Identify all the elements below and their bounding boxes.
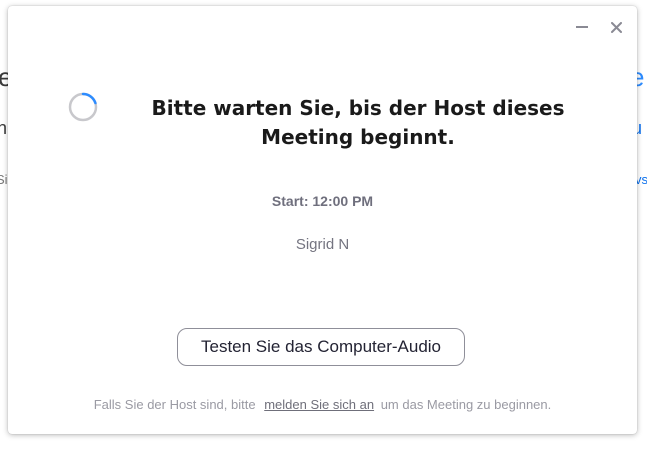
test-computer-audio-button[interactable]: Testen Sie das Computer-Audio <box>177 328 465 366</box>
host-sign-in-hint: Falls Sie der Host sind, bitte melden Si… <box>8 397 637 412</box>
sign-in-link[interactable]: melden Sie sich an <box>264 397 374 412</box>
loading-spinner-icon <box>68 92 98 122</box>
waiting-for-host-dialog: Bitte warten Sie, bis der Host dieses Me… <box>8 6 637 434</box>
footer-text-before: Falls Sie der Host sind, bitte <box>93 397 256 412</box>
background-text-left-3: Si <box>0 172 8 187</box>
minimize-button[interactable] <box>575 20 589 34</box>
close-icon <box>610 21 622 33</box>
footer-text-after: um das Meeting zu beginnen. <box>380 397 552 412</box>
minus-icon <box>576 26 588 28</box>
window-controls <box>575 20 623 34</box>
page-title: Bitte warten Sie, bis der Host dieses Me… <box>151 96 565 149</box>
background-text-left-2: n <box>0 118 8 138</box>
host-name: Sigrid N <box>295 236 350 253</box>
close-button[interactable] <box>609 20 623 34</box>
meeting-start-time: Start: 12:00 PM <box>271 193 374 209</box>
